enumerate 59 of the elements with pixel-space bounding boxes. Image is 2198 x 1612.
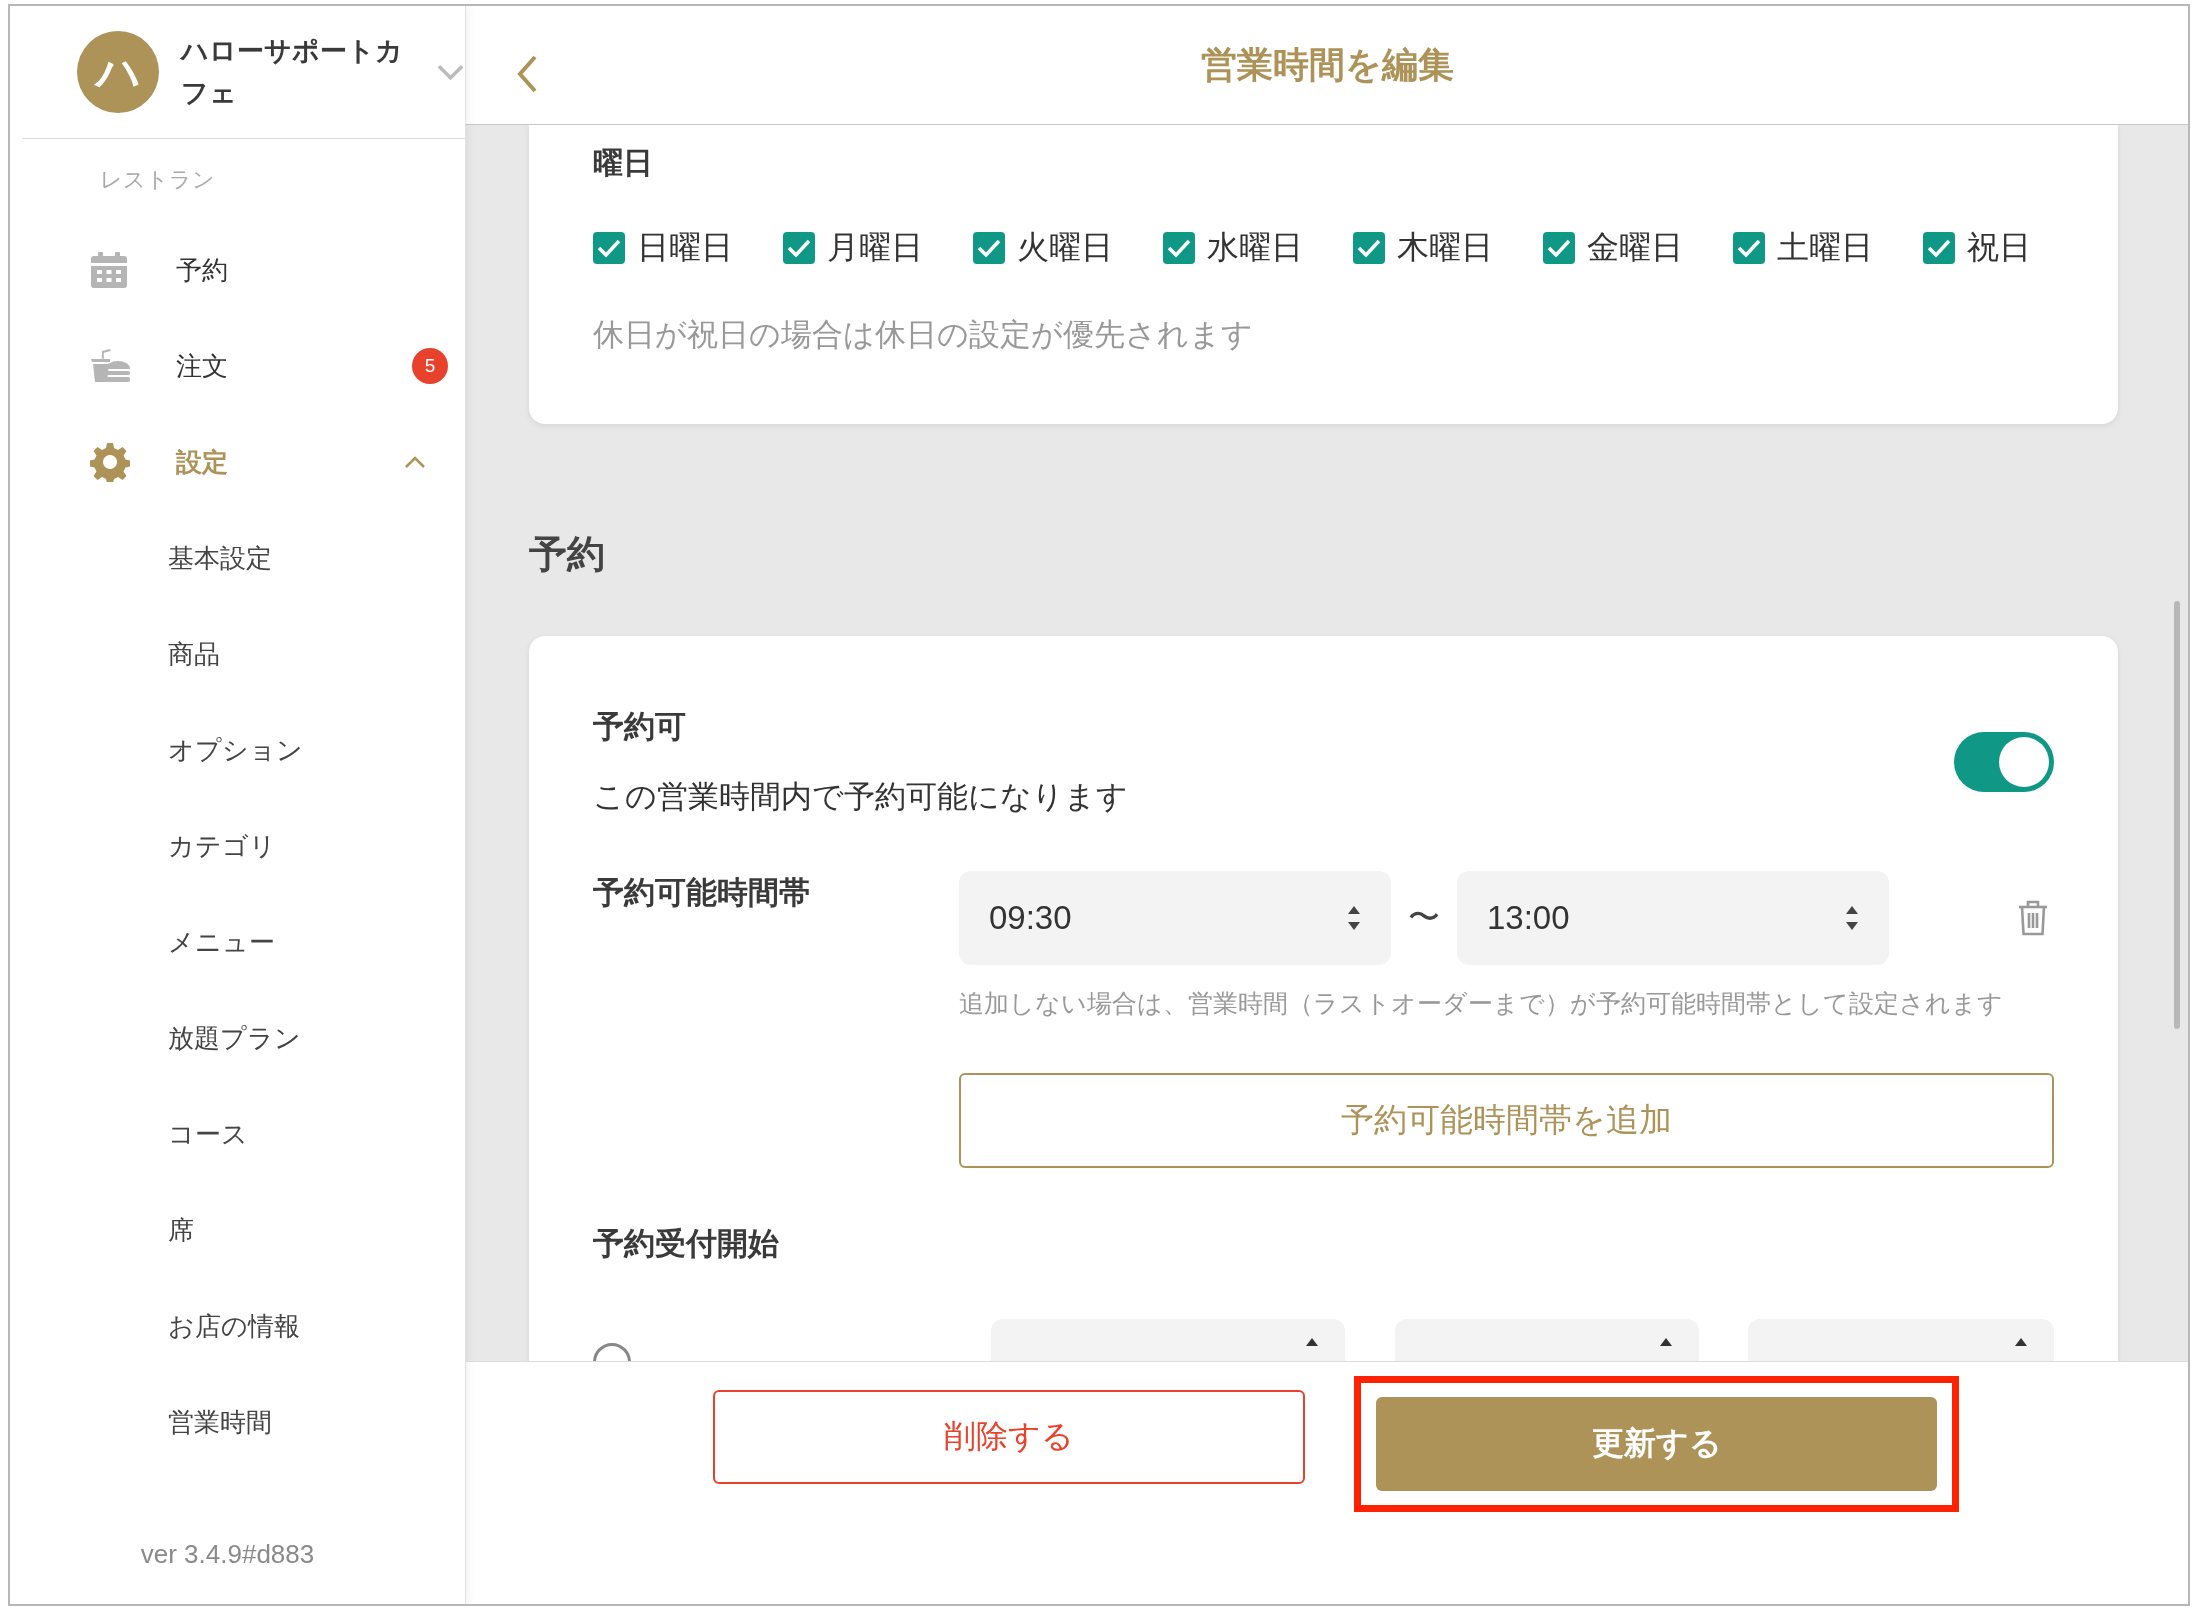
page-title: 営業時間を編集 <box>1200 42 1454 87</box>
nav-subitem[interactable]: 放題プラン <box>10 990 465 1086</box>
store-avatar: ハ <box>77 31 159 113</box>
description-text: この営業時間内で予約可能になります <box>593 778 1128 816</box>
stepper-icon <box>1845 905 1859 931</box>
store-name: ハローサポートカフェ <box>181 35 404 110</box>
caret-up-icon <box>1659 1337 1673 1347</box>
note-text: 休日が祝日の場合は休日の設定が優先されます <box>593 316 1254 354</box>
checkbox-label: 土曜日 <box>1777 228 1873 267</box>
section-heading: 曜日 <box>593 145 654 181</box>
checkbox[interactable] <box>1733 232 1765 264</box>
back-icon[interactable] <box>516 54 538 94</box>
checkbox[interactable] <box>593 232 625 264</box>
field-label: 予約受付開始 <box>593 1225 780 1263</box>
checkbox-label: 水曜日 <box>1207 228 1303 267</box>
caret-up-icon <box>2014 1337 2028 1347</box>
drink-burger-icon <box>90 349 132 383</box>
section-label: レストラン <box>99 166 215 194</box>
checkbox[interactable] <box>1923 232 1955 264</box>
nav-subitem[interactable]: コース <box>10 1086 465 1182</box>
checkbox[interactable] <box>1353 232 1385 264</box>
delete-button[interactable]: 削除する <box>713 1390 1305 1484</box>
trash-icon[interactable] <box>2018 900 2048 936</box>
chevron-down-icon[interactable] <box>435 63 465 81</box>
checkbox[interactable] <box>973 232 1005 264</box>
nav-subitem[interactable]: 基本設定 <box>10 510 465 606</box>
nav-subitem[interactable]: お店の情報 <box>10 1278 465 1374</box>
count-badge: 5 <box>412 348 448 384</box>
nav-subitem[interactable]: 商品 <box>10 606 465 702</box>
checkbox-label: 火曜日 <box>1017 228 1113 267</box>
toggle-switch[interactable] <box>1954 732 2054 792</box>
nav-subitem[interactable]: 営業時間 <box>10 1374 465 1470</box>
time-select[interactable]: 13:00 <box>1457 871 1889 965</box>
checkbox[interactable] <box>783 232 815 264</box>
checkbox-label: 日曜日 <box>637 228 733 267</box>
checkbox-label: 月曜日 <box>827 228 923 267</box>
range-separator: 〜 <box>1407 898 1441 937</box>
caret-up-icon <box>1305 1337 1319 1347</box>
scrollbar[interactable] <box>2174 601 2180 1029</box>
section-heading: 予約 <box>529 532 606 577</box>
nav-subitem[interactable]: カテゴリ <box>10 798 465 894</box>
field-label: 予約可能時間帯 <box>593 874 811 912</box>
nav-subitem[interactable]: メニュー <box>10 894 465 990</box>
checkbox-label: 木曜日 <box>1397 228 1493 267</box>
calendar-icon <box>90 251 128 289</box>
nav-subitem[interactable]: 席 <box>10 1182 465 1278</box>
version-label: ver 3.4.9#d883 <box>139 1537 316 1571</box>
nav-item[interactable]: 予約 <box>10 222 465 318</box>
gear-icon <box>90 442 130 482</box>
nav-subitem[interactable]: オプション <box>10 702 465 798</box>
field-label: 予約可 <box>593 708 687 746</box>
stepper-icon <box>1347 905 1361 931</box>
nav-item[interactable]: 注文 5 <box>10 318 465 414</box>
checkbox-label: 金曜日 <box>1587 228 1683 267</box>
checkbox[interactable] <box>1543 232 1575 264</box>
hint-text: 追加しない場合は、営業時間（ラストオーダーまで）が予約可能時間帯として設定されます <box>959 988 2004 1019</box>
checkbox-label: 祝日 <box>1967 228 2031 267</box>
time-select[interactable]: 09:30 <box>959 871 1391 965</box>
checkbox[interactable] <box>1163 232 1195 264</box>
